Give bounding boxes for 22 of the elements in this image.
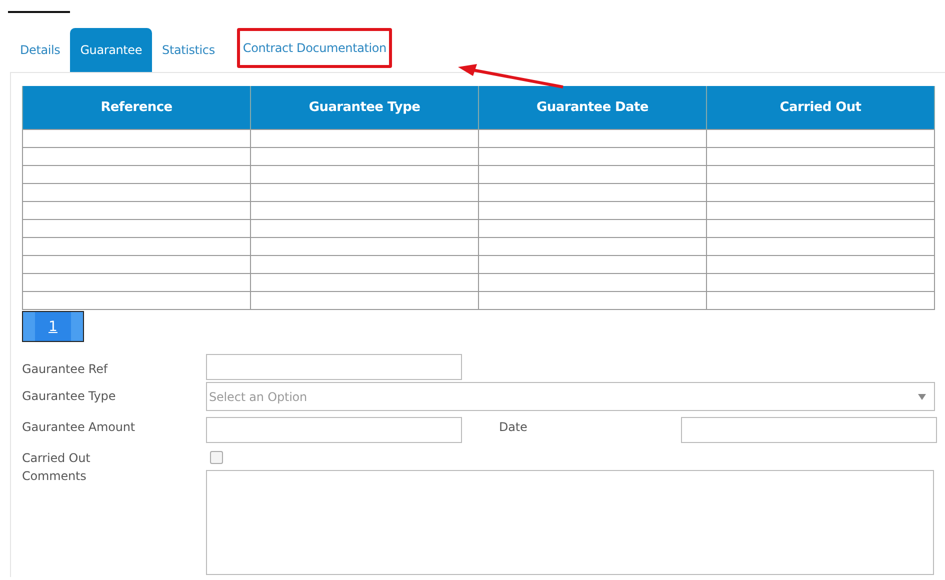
input-field[interactable] [206, 354, 462, 380]
field-label: Date [498, 420, 528, 434]
input-field[interactable] [206, 417, 462, 443]
column-header: Guarantee Type [250, 86, 478, 130]
dropdown[interactable]: Select an Option [206, 382, 935, 411]
tab[interactable]: Details [10, 28, 70, 72]
field-label: Gaurantee Ref [22, 360, 109, 376]
field-label: Gaurantee Amount [22, 420, 136, 434]
input-field[interactable] [681, 417, 937, 443]
column-header: Carried Out [706, 86, 934, 130]
tab[interactable]: Contract Documentation [236, 28, 392, 68]
column-header: Guarantee Date [478, 86, 706, 130]
page-button[interactable]: 1 [22, 311, 84, 342]
checkbox[interactable] [210, 450, 223, 464]
column-header: Reference [22, 86, 250, 130]
field-label: Gaurantee Type [22, 389, 117, 403]
comments-field[interactable] [206, 470, 934, 575]
tab[interactable]: Guarantee [70, 28, 152, 72]
tab[interactable]: Statistics [152, 28, 225, 72]
field-label: Comments [22, 468, 88, 483]
field-label: Carried Out [22, 450, 92, 465]
caret-icon [918, 394, 926, 400]
